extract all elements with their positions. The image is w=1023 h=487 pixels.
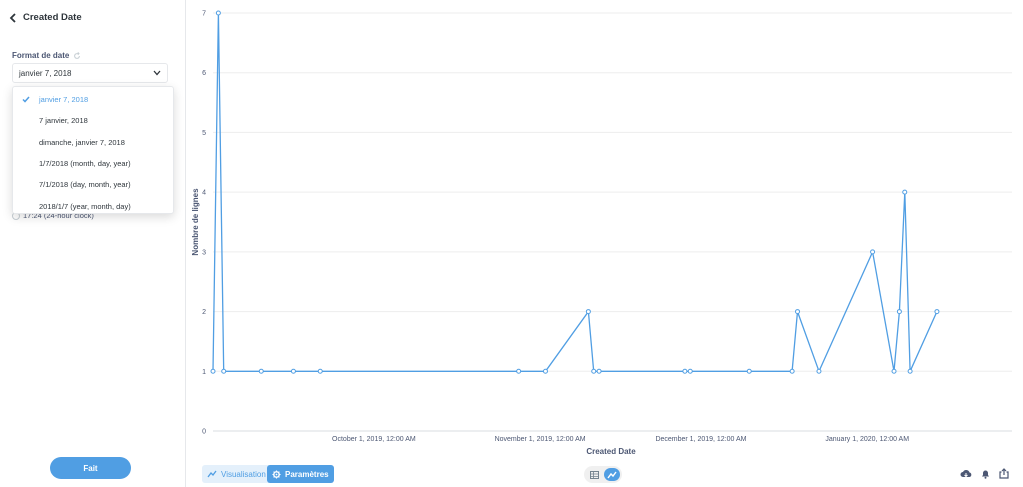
settings-sidebar: Created Date Format de date janvier 7, 2… (0, 0, 186, 487)
data-point[interactable] (816, 368, 822, 374)
data-point[interactable] (870, 249, 876, 255)
visualization-button[interactable]: Visualisation (202, 465, 271, 483)
data-point[interactable] (891, 368, 897, 374)
data-point[interactable] (596, 368, 602, 374)
view-toggle (584, 466, 622, 483)
y-tick-label: 0 (202, 429, 206, 436)
footer-bar: Visualisation Paramètres (187, 462, 1023, 487)
data-point[interactable] (907, 368, 913, 374)
data-point[interactable] (795, 309, 801, 315)
line-chart-icon (207, 470, 217, 478)
format-option-label: 7 janvier, 2018 (39, 116, 88, 126)
format-option-label: 2018/1/7 (year, month, day) (39, 201, 131, 211)
download-icon[interactable] (960, 469, 972, 479)
line-chart-icon (607, 471, 617, 478)
visualization-label: Visualisation (221, 469, 266, 479)
format-option-label: 7/1/2018 (day, month, year) (39, 180, 131, 190)
data-point[interactable] (516, 368, 522, 374)
data-point[interactable] (585, 309, 591, 315)
format-option[interactable]: 1/7/2018 (month, day, year) (13, 153, 173, 174)
settings-label: Paramètres (285, 469, 329, 479)
format-option-label: 1/7/2018 (month, day, year) (39, 159, 131, 169)
check-icon (22, 96, 30, 103)
date-format-select[interactable]: janvier 7, 2018 (12, 63, 168, 83)
data-point[interactable] (902, 189, 908, 195)
x-tick-labels: October 1, 2019, 12:00 AM November 1, 201… (332, 436, 909, 443)
done-button[interactable]: Fait (50, 457, 131, 479)
format-option[interactable]: janvier 7, 2018 (13, 89, 173, 110)
data-point[interactable] (591, 368, 597, 374)
y-tick-label: 2 (202, 309, 206, 316)
x-tick-label: November 1, 2019, 12:00 AM (495, 436, 586, 443)
data-point[interactable] (896, 309, 902, 315)
chevron-left-icon (9, 12, 16, 23)
data-point[interactable] (789, 368, 795, 374)
data-point[interactable] (258, 368, 264, 374)
table-icon (589, 470, 599, 479)
footer-actions (960, 468, 1009, 479)
data-point[interactable] (210, 368, 216, 374)
x-tick-label: December 1, 2019, 12:00 AM (655, 436, 746, 443)
chart-area: 0 1 2 3 4 5 6 7 October 1, 2019, 12:00 AM Novemb… (187, 0, 1023, 487)
table-view-toggle[interactable] (586, 468, 602, 481)
data-point[interactable] (290, 368, 296, 374)
data-point[interactable] (687, 368, 693, 374)
date-format-label: Format de date (12, 51, 81, 60)
y-axis-title: Nombre de lignes (191, 188, 200, 256)
format-option[interactable]: 7/1/2018 (day, month, year) (13, 174, 173, 195)
chart-view-toggle[interactable] (604, 468, 620, 481)
chevron-down-icon (153, 70, 161, 76)
bell-icon[interactable] (981, 469, 990, 479)
grid-lines (213, 12, 1012, 432)
reset-icon[interactable] (73, 51, 81, 60)
date-format-label-text: Format de date (12, 51, 70, 60)
format-option-label: janvier 7, 2018 (39, 95, 89, 105)
y-tick-label: 1 (202, 369, 206, 376)
back-button[interactable]: Created Date (9, 12, 82, 23)
y-tick-label: 7 (202, 11, 206, 18)
format-option[interactable]: 7 janvier, 2018 (13, 110, 173, 131)
data-point[interactable] (221, 368, 227, 374)
format-option[interactable]: dimanche, janvier 7, 2018 (13, 132, 173, 153)
x-axis-title: Created Date (586, 447, 636, 456)
data-point[interactable] (215, 10, 221, 16)
data-point[interactable] (746, 368, 752, 374)
date-format-dropdown: janvier 7, 2018 7 janvier, 2018 dimanche… (12, 86, 174, 214)
y-tick-label: 6 (202, 70, 206, 77)
line-chart: 0 1 2 3 4 5 6 7 October 1, 2019, 12:00 AM Novemb… (191, 10, 1012, 456)
data-point[interactable] (317, 368, 323, 374)
data-point[interactable] (542, 368, 548, 374)
x-tick-label: October 1, 2019, 12:00 AM (332, 436, 416, 443)
data-point[interactable] (934, 309, 940, 315)
date-format-select-value: janvier 7, 2018 (19, 68, 72, 78)
y-tick-label: 3 (202, 249, 206, 256)
settings-button[interactable]: Paramètres (267, 465, 334, 483)
y-tick-label: 4 (202, 190, 206, 197)
x-tick-label: January 1, 2020, 12:00 AM (825, 436, 909, 443)
y-tick-label: 5 (202, 130, 206, 137)
format-option-label: dimanche, janvier 7, 2018 (39, 137, 125, 147)
y-tick-labels: 0 1 2 3 4 5 6 7 (202, 11, 206, 436)
format-option[interactable]: 2018/1/7 (year, month, day) (13, 195, 173, 216)
gear-icon (272, 469, 281, 479)
share-icon[interactable] (999, 468, 1009, 479)
sidebar-title: Created Date (23, 12, 82, 23)
data-point[interactable] (682, 368, 688, 374)
